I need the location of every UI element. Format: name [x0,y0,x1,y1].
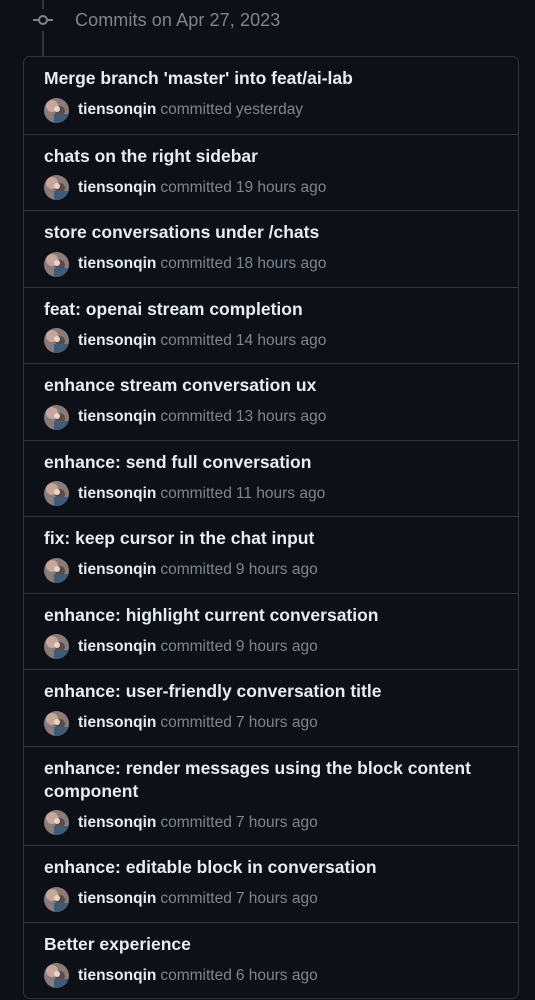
commit-row: enhance: send full conversation tiensonq… [24,439,518,517]
avatar[interactable] [44,481,69,506]
commit-time[interactable]: 19 hours ago [236,179,327,197]
commit-meta: tiensonqin committed 9 hours ago [44,634,506,660]
committed-label: committed [160,813,232,831]
committed-label: committed [160,101,232,118]
commit-title-link[interactable]: feat: openai stream completion [44,298,506,321]
commit-title-link[interactable]: enhance: editable block in conversation [44,856,506,879]
commit-meta: tiensonqin committed 7 hours ago [44,710,506,736]
avatar[interactable] [44,328,69,353]
commit-title-link[interactable]: enhance: highlight current conversation [44,604,506,627]
commit-row: enhance: highlight current conversation … [24,592,518,670]
commit-time[interactable]: 11 hours ago [236,485,325,503]
committed-label: committed [160,331,232,349]
commit-row: enhance: render messages using the block… [24,745,518,846]
committed-label: committed [160,408,232,425]
commit-time[interactable]: 7 hours ago [236,890,318,908]
commit-time[interactable]: 18 hours ago [236,255,327,273]
commit-time[interactable]: 7 hours ago [236,814,318,832]
commit-title-link[interactable]: store conversations under /chats [44,221,506,244]
commit-author-link[interactable]: tiensonqin [78,714,156,732]
commit-row: store conversations under /chats tienson… [24,210,518,287]
commit-row: enhance stream conversation ux tiensonqi… [24,363,518,440]
avatar[interactable] [44,963,69,988]
commit-meta: tiensonqin committed 7 hours ago [44,886,506,912]
avatar[interactable] [44,710,69,736]
commit-title-link[interactable]: Better experience [44,933,506,956]
avatar[interactable] [44,97,69,123]
commit-row: Merge branch 'master' into feat/ai-lab t… [24,57,518,134]
commit-author-link[interactable]: tiensonqin [78,967,156,985]
commit-author-link[interactable]: tiensonqin [78,814,156,832]
commit-meta: tiensonqin committed 9 hours ago [44,557,506,583]
commit-time[interactable]: 9 hours ago [236,638,318,656]
avatar[interactable] [44,810,69,835]
committed-label: committed [160,255,232,272]
committed-label: committed [160,637,232,655]
commit-author-link[interactable]: tiensonqin [78,561,156,579]
commit-title-link[interactable]: enhance: send full conversation [44,451,506,474]
commit-meta: tiensonqin committed 18 hours ago [44,251,506,277]
commit-author-link[interactable]: tiensonqin [78,638,156,656]
commit-meta: tiensonqin committed 13 hours ago [44,404,506,430]
avatar[interactable] [44,886,69,912]
avatar[interactable] [44,175,69,200]
commit-meta: tiensonqin committed 7 hours ago [44,810,506,836]
commit-meta: tiensonqin committed 19 hours ago [44,175,506,201]
avatar[interactable] [44,251,69,277]
commit-author-link[interactable]: tiensonqin [78,485,156,503]
commit-row: enhance: editable block in conversation … [24,845,518,922]
avatar[interactable] [44,557,69,583]
git-commit-icon [32,9,54,31]
committed-label: committed [160,890,232,907]
commit-title-link[interactable]: enhance: render messages using the block… [44,757,506,803]
commit-time[interactable]: 14 hours ago [236,332,327,350]
commit-time[interactable]: 13 hours ago [236,408,327,426]
commit-meta: tiensonqin committed 14 hours ago [44,328,506,354]
commit-time[interactable]: 7 hours ago [236,714,318,732]
committed-label: committed [160,966,232,984]
commit-author-link[interactable]: tiensonqin [78,101,156,119]
avatar[interactable] [44,404,69,430]
commit-meta: tiensonqin committed yesterday [44,97,506,123]
commit-row: fix: keep cursor in the chat input tiens… [24,516,518,593]
commit-row: chats on the right sidebar tiensonqin co… [24,133,518,211]
committed-label: committed [160,484,232,502]
commit-row: Better experience tiensonqin committed 6… [24,921,518,999]
commit-author-link[interactable]: tiensonqin [78,179,156,197]
commit-group-header: Commits on Apr 27, 2023 [32,8,280,32]
commit-author-link[interactable]: tiensonqin [78,408,156,426]
commit-title-link[interactable]: fix: keep cursor in the chat input [44,527,506,550]
commit-meta: tiensonqin committed 11 hours ago [44,481,506,507]
commit-group-title: Commits on Apr 27, 2023 [75,9,281,30]
committed-label: committed [160,714,232,731]
commit-time[interactable]: 6 hours ago [236,967,318,985]
commit-list: Merge branch 'master' into feat/ai-lab t… [23,56,519,999]
commit-author-link[interactable]: tiensonqin [78,890,156,908]
commit-title-link[interactable]: chats on the right sidebar [44,145,506,168]
commit-row: enhance: user-friendly conversation titl… [24,669,518,746]
commits-page: Commits on Apr 27, 2023 Merge branch 'ma… [0,0,535,1000]
commit-title-link[interactable]: Merge branch 'master' into feat/ai-lab [44,67,506,90]
commit-author-link[interactable]: tiensonqin [78,255,156,273]
avatar[interactable] [44,634,69,659]
commit-title-link[interactable]: enhance: user-friendly conversation titl… [44,680,506,703]
committed-label: committed [160,561,232,578]
commit-row: feat: openai stream completion tiensonqi… [24,286,518,364]
commit-time[interactable]: 9 hours ago [236,561,318,579]
commit-author-link[interactable]: tiensonqin [78,332,156,350]
committed-label: committed [160,178,232,196]
commit-title-link[interactable]: enhance stream conversation ux [44,374,506,397]
commit-meta: tiensonqin committed 6 hours ago [44,963,506,989]
commit-time[interactable]: yesterday [236,101,303,119]
